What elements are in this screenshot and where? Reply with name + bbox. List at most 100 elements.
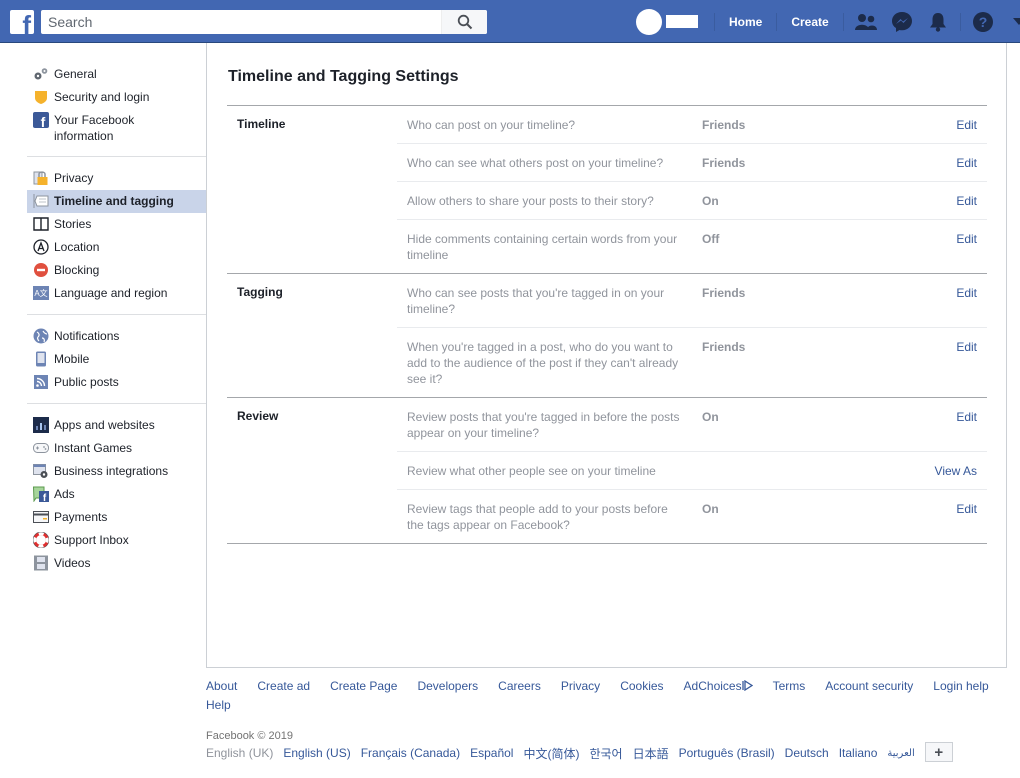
footer-link-account-security[interactable]: Account security — [825, 677, 913, 696]
home-link[interactable]: Home — [719, 15, 772, 29]
sidebar-item-language-and-region[interactable]: A文 Language and region — [27, 282, 206, 305]
footer-link-adchoices[interactable]: AdChoices — [684, 677, 753, 696]
setting-description: Review posts that you're tagged in befor… — [407, 410, 680, 440]
sidebar-item-label: Videos — [54, 556, 91, 570]
sidebar-item-label: General — [54, 67, 97, 81]
card-icon — [33, 509, 49, 525]
footer-link-cookies[interactable]: Cookies — [620, 677, 663, 696]
shield-icon — [33, 89, 49, 105]
search-button[interactable] — [441, 10, 487, 34]
friend-requests-button[interactable] — [848, 0, 884, 43]
sidebar-item-instant-games[interactable]: Instant Games — [27, 437, 206, 460]
language-option[interactable]: Español — [470, 746, 513, 760]
svg-text:f: f — [41, 114, 46, 128]
sidebar-item-timeline-and-tagging[interactable]: Timeline and tagging — [27, 190, 206, 213]
sidebar-item-label: Payments — [54, 510, 108, 524]
sidebar-item-support-inbox[interactable]: Support Inbox — [27, 529, 206, 552]
notifications-icon — [929, 12, 946, 32]
sidebar-group-privacy: Privacy Timeline and tagging Stories Loc… — [27, 167, 206, 315]
setting-value: On — [702, 502, 719, 516]
rss-icon — [33, 374, 49, 390]
sidebar-item-blocking[interactable]: Blocking — [27, 259, 206, 282]
footer-link-about[interactable]: About — [206, 677, 237, 696]
language-option[interactable]: 中文(简体) — [523, 745, 579, 762]
sidebar-item-apps-and-websites[interactable]: Apps and websites — [27, 414, 206, 437]
settings-sidebar: General Security and login f Your Facebo… — [27, 63, 206, 594]
sidebar-item-security[interactable]: Security and login — [27, 86, 206, 109]
edit-button[interactable]: Edit — [842, 339, 987, 387]
edit-button[interactable]: Edit — [842, 117, 987, 133]
nav-right: Home Create ? — [636, 0, 1020, 43]
friends-icon — [854, 13, 877, 30]
notifications-button[interactable] — [920, 0, 956, 43]
edit-button[interactable]: Edit — [842, 155, 987, 171]
setting-value: Friends — [702, 118, 746, 132]
lifebuoy-icon — [33, 532, 49, 548]
edit-button[interactable]: Edit — [842, 193, 987, 209]
account-menu-button[interactable] — [1001, 0, 1020, 43]
language-option[interactable]: Português (Brasil) — [679, 746, 775, 760]
language-option[interactable]: Italiano — [839, 746, 878, 760]
profile-name[interactable] — [666, 15, 698, 28]
edit-button[interactable]: Edit — [842, 501, 987, 533]
create-link[interactable]: Create — [781, 15, 838, 29]
language-option[interactable]: 日本語 — [633, 745, 669, 762]
setting-description: Hide comments containing certain words f… — [407, 232, 678, 262]
section-label: Tagging — [237, 285, 283, 299]
sidebar-item-ads[interactable]: f Ads — [27, 483, 206, 506]
search-input[interactable] — [41, 10, 441, 34]
sidebar-item-your-facebook-information[interactable]: f Your Facebook information — [27, 109, 206, 147]
sidebar-item-payments[interactable]: Payments — [27, 506, 206, 529]
profile-avatar[interactable] — [636, 8, 662, 35]
edit-button[interactable]: Edit — [842, 285, 987, 317]
footer-link-create-page[interactable]: Create Page — [330, 677, 397, 696]
divider — [776, 12, 778, 31]
help-button[interactable]: ? — [965, 0, 1001, 43]
footer-link-login-help[interactable]: Login help — [933, 677, 988, 696]
setting-value: On — [702, 410, 719, 424]
more-languages-button[interactable]: + — [924, 742, 953, 762]
language-option[interactable]: English (US) — [283, 746, 350, 760]
language-option[interactable]: Français (Canada) — [361, 746, 460, 760]
footer-link-help[interactable]: Help — [206, 696, 231, 715]
sidebar-item-stories[interactable]: Stories — [27, 213, 206, 236]
sidebar-item-public-posts[interactable]: Public posts — [27, 371, 206, 394]
sidebar-item-notifications[interactable]: Notifications — [27, 325, 206, 348]
sidebar-item-videos[interactable]: Videos — [27, 552, 206, 575]
help-icon: ? — [972, 11, 993, 32]
sidebar-item-location[interactable]: Location — [27, 236, 206, 259]
setting-description: Who can post on your timeline? — [407, 118, 576, 132]
sidebar-group-account: General Security and login f Your Facebo… — [27, 63, 206, 157]
sidebar-item-label: Public posts — [54, 375, 119, 389]
footer-link-create-ad[interactable]: Create ad — [257, 677, 310, 696]
sidebar-item-label: Instant Games — [54, 441, 133, 455]
sidebar-item-general[interactable]: General — [27, 63, 206, 86]
language-option[interactable]: 한국어 — [589, 745, 622, 762]
sidebar-item-label: Location — [54, 240, 100, 254]
language-option[interactable]: Deutsch — [785, 746, 829, 760]
footer-link-privacy[interactable]: Privacy — [561, 677, 600, 696]
sidebar-item-label: Apps and websites — [54, 418, 155, 432]
setting-description: Review what other people see on your tim… — [407, 464, 656, 478]
edit-button[interactable]: Edit — [842, 231, 987, 263]
language-selector: English (UK) English (US) Français (Cana… — [206, 742, 1006, 762]
edit-button[interactable]: Edit — [842, 409, 987, 441]
view-as-button[interactable]: View As — [842, 463, 987, 479]
messenger-button[interactable] — [884, 0, 920, 43]
sidebar-item-business-integrations[interactable]: Business integrations — [27, 460, 206, 483]
sidebar-item-mobile[interactable]: Mobile — [27, 348, 206, 371]
setting-value: Friends — [702, 286, 746, 300]
language-current: English (UK) — [206, 746, 274, 760]
sidebar-item-label: Stories — [54, 217, 92, 231]
footer-link-developers[interactable]: Developers — [417, 677, 478, 696]
footer-link-terms[interactable]: Terms — [773, 677, 806, 696]
setting-value: Friends — [702, 340, 746, 354]
setting-row: Who can see posts that you're tagged in … — [397, 274, 987, 327]
search-icon — [457, 14, 472, 30]
language-option[interactable]: العربية — [887, 748, 914, 759]
footer-link-careers[interactable]: Careers — [498, 677, 541, 696]
setting-description: Who can see posts that you're tagged in … — [407, 286, 665, 316]
facebook-logo[interactable]: f — [10, 10, 34, 34]
sidebar-item-privacy[interactable]: Privacy — [27, 167, 206, 190]
page-footer: About Create ad Create Page Developers C… — [206, 677, 1006, 762]
